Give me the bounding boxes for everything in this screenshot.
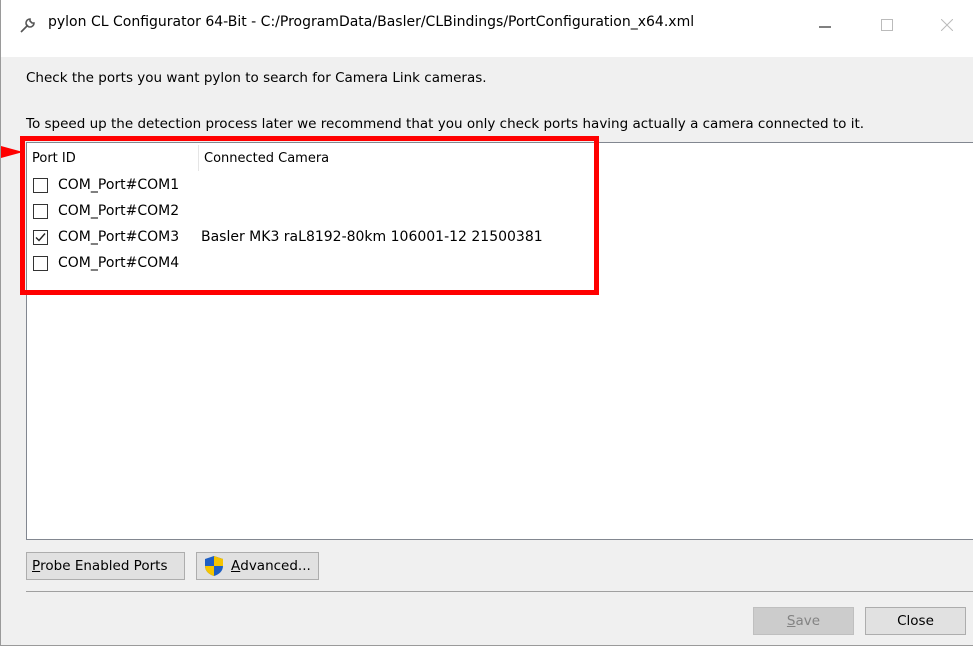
port-id: COM_Port#COM1: [58, 177, 180, 193]
probe-enabled-ports-button[interactable]: Probe Enabled Ports: [26, 552, 185, 580]
table-row[interactable]: COM_Port#COM2: [27, 199, 973, 225]
callout-arrow-icon: [1, 146, 23, 158]
column-divider[interactable]: [198, 145, 199, 171]
port-list[interactable]: Port ID Connected Camera COM_Port#COM1 C…: [26, 142, 973, 540]
port-checkbox[interactable]: [33, 178, 48, 193]
port-checkbox[interactable]: [33, 256, 48, 271]
button-label: dvanced...: [240, 558, 311, 574]
table-row[interactable]: COM_Port#COM4: [27, 251, 973, 277]
close-button[interactable]: Close: [865, 607, 966, 635]
accelerator-key: P: [32, 558, 41, 574]
port-checkbox[interactable]: [33, 204, 48, 219]
table-row[interactable]: COM_Port#COM1: [27, 173, 973, 199]
maximize-button[interactable]: [867, 10, 907, 40]
maximize-icon: [881, 19, 893, 31]
instruction-line-2: To speed up the detection process later …: [26, 116, 865, 132]
connected-camera: Basler MK3 raL8192-80km 106001-12 215003…: [201, 229, 543, 245]
window-title: pylon CL Configurator 64-Bit - C:/Progra…: [48, 14, 695, 30]
advanced-button[interactable]: Advanced...: [196, 552, 319, 580]
close-icon: [941, 19, 953, 31]
port-id: COM_Port#COM2: [58, 203, 180, 219]
button-label: Close: [897, 613, 934, 629]
table-row[interactable]: COM_Port#COM3 Basler MK3 raL8192-80km 10…: [27, 225, 973, 251]
minimize-icon: [819, 26, 831, 28]
list-header: Port ID Connected Camera: [27, 143, 973, 173]
minimize-button[interactable]: [805, 10, 845, 40]
button-label: robe Enabled Ports: [40, 558, 168, 574]
uac-shield-icon: [205, 556, 223, 576]
configurator-window: pylon CL Configurator 64-Bit - C:/Progra…: [0, 0, 973, 646]
accelerator-key: A: [231, 558, 241, 574]
button-label: ave: [795, 613, 821, 629]
column-header-port-id[interactable]: Port ID: [32, 151, 76, 166]
close-window-button[interactable]: [927, 10, 967, 40]
save-button[interactable]: Save: [753, 607, 854, 635]
checkmark-icon: [35, 233, 46, 242]
instruction-line-1: Check the ports you want pylon to search…: [26, 70, 487, 86]
column-header-connected-camera[interactable]: Connected Camera: [204, 151, 329, 166]
port-checkbox[interactable]: [33, 230, 48, 245]
port-id: COM_Port#COM3: [58, 229, 180, 245]
wrench-icon: [18, 15, 38, 35]
divider: [26, 591, 973, 592]
port-id: COM_Port#COM4: [58, 255, 180, 271]
title-bar[interactable]: pylon CL Configurator 64-Bit - C:/Progra…: [1, 0, 973, 57]
accelerator-key: S: [786, 613, 796, 629]
